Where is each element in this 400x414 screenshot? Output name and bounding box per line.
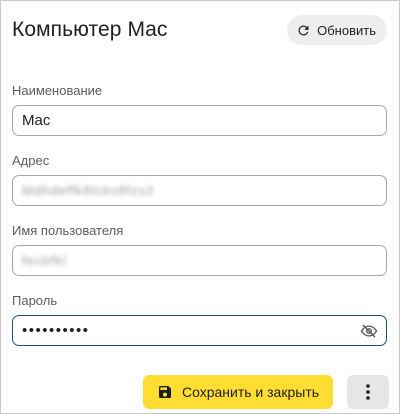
page-title: Компьютер Mac [12, 18, 168, 41]
address-field-group: Адрес Mdhdeffk8tcks8fzs2 [12, 153, 387, 206]
username-field-group: Имя пользователя fecbfkl [12, 223, 387, 276]
address-input[interactable]: Mdhdeffk8tcks8fzs2 [12, 175, 387, 206]
save-and-close-button[interactable]: Сохранить и закрыть [143, 375, 333, 409]
password-label: Пароль [12, 293, 58, 308]
more-vertical-icon [366, 384, 370, 400]
refresh-icon [296, 23, 311, 38]
panel-header: Компьютер Mac Обновить [12, 13, 387, 49]
name-value: Mac [22, 112, 51, 129]
username-input[interactable]: fecbfkl [12, 245, 387, 276]
eye-off-icon[interactable] [360, 322, 378, 340]
username-label: Имя пользователя [12, 223, 124, 238]
refresh-button-label: Обновить [317, 22, 376, 38]
password-value: •••••••••• [22, 322, 90, 339]
password-input[interactable]: •••••••••• [12, 315, 387, 346]
name-input[interactable]: Mac [12, 105, 387, 136]
floppy-disk-icon [157, 384, 173, 400]
refresh-button[interactable]: Обновить [287, 15, 387, 45]
save-button-label: Сохранить и закрыть [181, 384, 320, 400]
more-options-button[interactable] [347, 375, 389, 409]
username-value: fecbfkl [22, 253, 67, 268]
name-label: Наименование [12, 83, 103, 98]
computer-edit-panel: Компьютер Mac Обновить Наименование Mac … [0, 0, 400, 414]
password-field-group: Пароль •••••••••• [12, 293, 387, 346]
name-field-group: Наименование Mac [12, 83, 387, 136]
address-value: Mdhdeffk8tcks8fzs2 [22, 183, 155, 198]
address-label: Адрес [12, 153, 50, 168]
